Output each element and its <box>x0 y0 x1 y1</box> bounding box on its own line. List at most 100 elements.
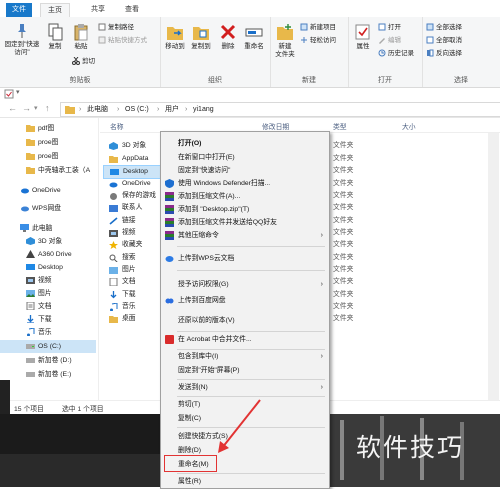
tab-share[interactable]: 共享 <box>84 3 112 17</box>
file-row[interactable]: 音乐 <box>103 301 163 313</box>
menu-item-send-to[interactable]: 发送到(N) › <box>161 382 329 393</box>
file-row[interactable]: 文档 <box>103 276 163 288</box>
properties-button[interactable]: 属性 <box>350 23 376 51</box>
select-group: 全部选择 全部取消 反向选择 选择 <box>422 17 500 87</box>
menu-item-pin-start[interactable]: 固定到"开始"屏幕(P) <box>161 365 329 376</box>
nav-item-drive-d[interactable]: 新加卷 (D:) <box>0 354 96 367</box>
file-row[interactable]: 视频 <box>103 227 163 239</box>
menu-item-open-new-window[interactable]: 在新窗口中打开(E) <box>161 152 329 163</box>
file-row[interactable]: 搜索 <box>103 252 163 264</box>
menu-item-add-archive[interactable]: 添加到压缩文件(A)... <box>161 191 329 202</box>
forward-arrow-icon[interactable]: → <box>22 103 31 113</box>
select-all-icon <box>426 23 434 31</box>
nav-item[interactable]: proe图 <box>0 150 96 163</box>
cut-button[interactable]: 剪切 <box>72 56 95 67</box>
nav-item[interactable]: Desktop <box>0 261 96 274</box>
menu-separator <box>177 349 325 350</box>
new-folder-icon <box>277 24 293 40</box>
menu-item-pin-quick-access[interactable]: 固定到"快速访问" <box>161 165 329 176</box>
menu-item-include-library[interactable]: 包含到库中(I) › <box>161 351 329 362</box>
column-name[interactable]: 名称 <box>110 121 124 131</box>
menu-item-upload-baidu[interactable]: 上传到百度网盘 <box>161 295 329 306</box>
nav-item[interactable]: A360 Drive <box>0 248 96 261</box>
menu-item-properties[interactable]: 属性(R) <box>161 476 329 487</box>
breadcrumb-drive[interactable]: OS (C:) <box>125 104 149 115</box>
pin-quick-access-button[interactable]: 固定到"快速访问" <box>4 23 40 57</box>
nav-item[interactable]: 视频 <box>0 274 96 287</box>
delete-button[interactable]: 删除 <box>215 23 241 51</box>
dropdown-chevron-icon[interactable]: ▾ <box>16 88 20 96</box>
column-type[interactable]: 类型 <box>333 121 347 131</box>
menu-item-acrobat-merge[interactable]: 在 Acrobat 中合并文件... <box>161 334 329 345</box>
nav-item[interactable]: pdf图 <box>0 122 96 135</box>
menu-item-open[interactable]: 打开(O) <box>161 138 329 149</box>
select-all-button[interactable]: 全部选择 <box>426 23 462 33</box>
nav-item[interactable]: 下载 <box>0 313 96 326</box>
nav-item[interactable]: 3D 对象 <box>0 235 96 248</box>
move-to-button[interactable]: 移动到 <box>162 23 188 51</box>
copy-path-button[interactable]: 复制路径 <box>98 23 134 33</box>
column-modified[interactable]: 修改日期 <box>262 121 289 131</box>
nav-item-drive-e[interactable]: 新加卷 (E:) <box>0 368 96 381</box>
address-bar[interactable]: › 此电脑 › OS (C:) › 用户 › yi1ang <box>60 102 500 117</box>
nav-item[interactable]: 音乐 <box>0 326 96 339</box>
file-row[interactable]: 图片 <box>103 264 163 276</box>
3d-objects-icon <box>109 142 118 150</box>
menu-item-grant-access[interactable]: 授予访问权限(G) › <box>161 279 329 290</box>
file-row[interactable]: 收藏夹 <box>103 239 163 251</box>
back-arrow-icon[interactable]: ← <box>8 103 17 113</box>
ribbon-tab-bar: 文件 主页 共享 查看 <box>0 0 500 19</box>
invert-selection-button[interactable]: 反向选择 <box>426 49 462 59</box>
select-none-button[interactable]: 全部取消 <box>426 36 462 46</box>
paste-shortcut-button[interactable]: 粘贴快捷方式 <box>98 36 147 46</box>
rename-button[interactable]: 重命名 <box>241 23 267 51</box>
nav-item-drive-c[interactable]: OS (C:) <box>0 340 96 353</box>
copy-button[interactable]: 复制 <box>42 23 68 51</box>
vertical-scrollbar[interactable] <box>488 133 499 401</box>
nav-item[interactable]: 文档 <box>0 300 96 313</box>
tab-file[interactable]: 文件 <box>6 3 32 17</box>
file-row[interactable]: OneDrive <box>103 178 163 190</box>
nav-item-onedrive[interactable]: OneDrive <box>0 184 96 197</box>
menu-item-other-archive[interactable]: 其他压缩命令 › <box>161 230 329 241</box>
checkbox-icon[interactable] <box>4 89 14 99</box>
recent-chevron-icon[interactable]: ▾ <box>34 104 38 112</box>
file-row[interactable]: 链接 <box>103 215 163 227</box>
edit-button[interactable]: 编辑 <box>378 36 401 46</box>
breadcrumb-user-folder[interactable]: yi1ang <box>193 104 214 115</box>
file-row[interactable]: 桌面 <box>103 313 163 325</box>
tab-view[interactable]: 查看 <box>118 3 146 17</box>
folder-icon <box>65 106 75 114</box>
delete-x-icon <box>220 24 236 40</box>
new-folder-button[interactable]: 新建 文件夹 <box>272 23 298 59</box>
file-row[interactable]: 联系人 <box>103 202 163 214</box>
nav-item[interactable]: 图片 <box>0 287 96 300</box>
breadcrumb-users[interactable]: 用户 <box>165 104 179 115</box>
file-row-selected[interactable]: Desktop <box>103 165 165 179</box>
paste-button[interactable]: 粘贴 <box>68 23 94 51</box>
menu-item-add-zip[interactable]: 添加到 "Desktop.zip"(T) <box>161 204 329 215</box>
copy-to-button[interactable]: 复制到 <box>188 23 214 51</box>
breadcrumb-this-pc[interactable]: 此电脑 <box>87 104 108 115</box>
nav-item-wps[interactable]: WPS网盘 <box>0 202 96 215</box>
menu-item-restore-versions[interactable]: 还原以前的版本(V) <box>161 315 329 326</box>
nav-item[interactable]: proe图 <box>0 136 96 149</box>
up-arrow-icon[interactable]: ↑ <box>45 103 50 113</box>
nav-item-this-pc[interactable]: 此电脑 <box>0 222 96 235</box>
new-item-button[interactable]: 新建项目 <box>300 23 336 33</box>
file-row[interactable]: 3D 对象 <box>103 140 163 152</box>
nav-item[interactable]: 中壳轴承工装（A <box>0 164 96 177</box>
menu-item-upload-wps[interactable]: 上传到WPS云文档 <box>161 253 329 264</box>
quick-check-row: ▾ <box>0 88 500 100</box>
menu-item-archive-send-qq[interactable]: 添加到压缩文件并发送给QQ好友 <box>161 217 329 228</box>
file-row[interactable]: AppData <box>103 153 163 165</box>
easy-access-button[interactable]: 轻松访问 <box>300 36 336 46</box>
file-row[interactable]: 保存的游戏 <box>103 190 163 202</box>
column-size[interactable]: 大小 <box>402 121 416 131</box>
history-button[interactable]: 历史记录 <box>378 49 414 59</box>
file-row[interactable]: 下载 <box>103 289 163 301</box>
file-type-cell: 文件夹 <box>333 142 354 149</box>
open-button[interactable]: 打开 <box>378 23 401 33</box>
menu-item-defender-scan[interactable]: 使用 Windows Defender扫描... <box>161 178 329 189</box>
wps-cloud-icon <box>165 256 174 262</box>
